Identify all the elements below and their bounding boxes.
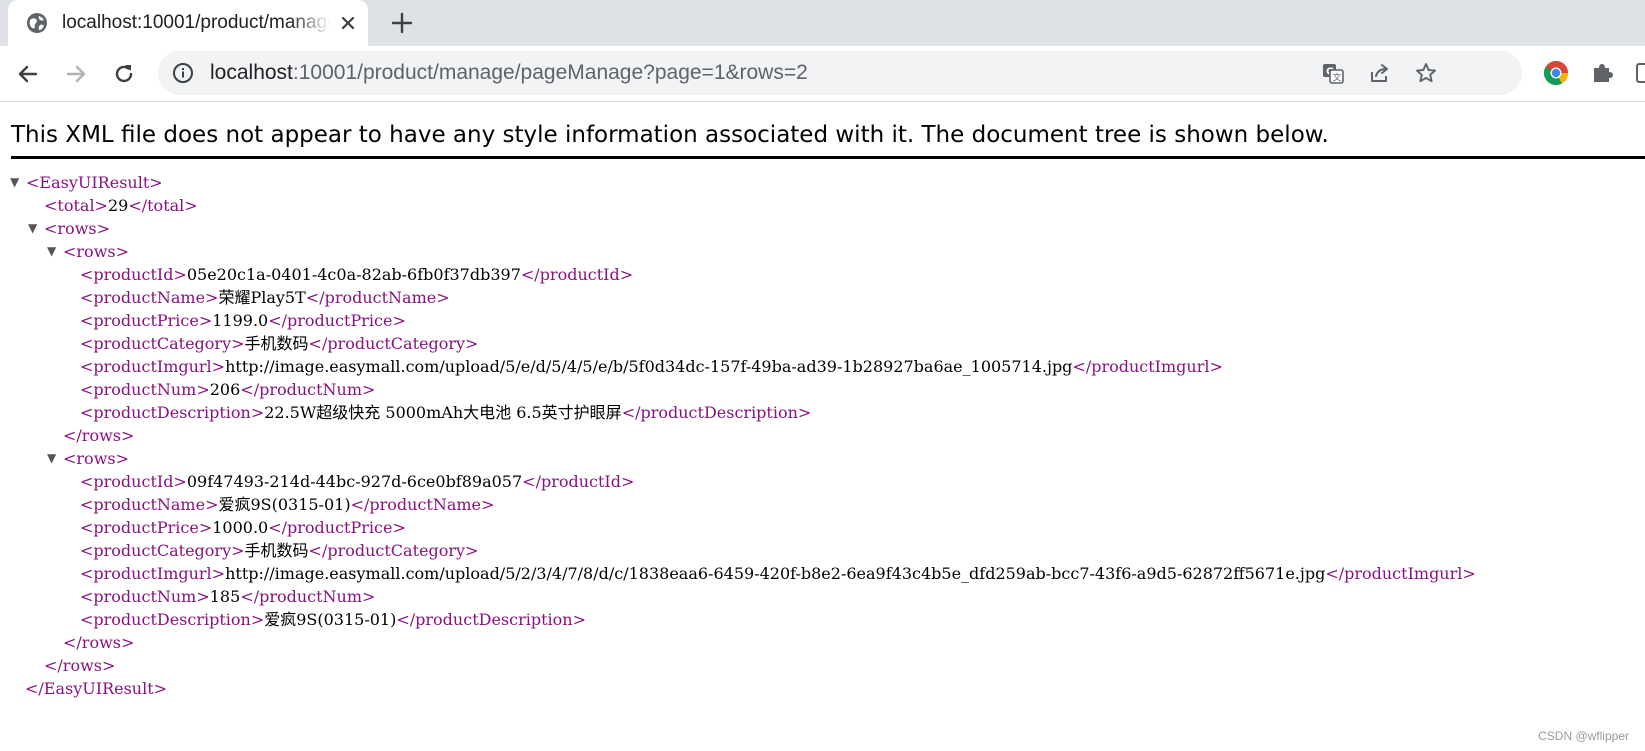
chrome-icon[interactable]: [1542, 59, 1570, 87]
xml-field: <productId>05e20c1a-0401-4c0a-82ab-6fb0f…: [80, 265, 634, 284]
xml-field: <productPrice>1000.0</productPrice>: [80, 518, 406, 537]
globe-icon: [27, 13, 47, 33]
xml-row-open: ▼ <rows>: [47, 447, 129, 470]
forward-arrow-icon[interactable]: [62, 60, 90, 88]
reload-icon[interactable]: [110, 60, 138, 88]
watermark: CSDN @wflipper: [1538, 729, 1629, 743]
xml-field: <productImgurl>http://image.easymall.com…: [80, 564, 1476, 583]
xml-tree: ▼ <EasyUIResult> <total>29</total> ▼ <rows…: [10, 171, 1476, 700]
xml-row-close: </rows>: [63, 426, 135, 445]
xml-root-open: ▼ <EasyUIResult>: [10, 171, 163, 194]
svg-text:文: 文: [1333, 72, 1342, 84]
xml-field: <productId>09f47493-214d-44bc-927d-6ce0b…: [80, 472, 635, 491]
xml-field: <productDescription>22.5W超级快充 5000mAh大电池…: [80, 403, 812, 422]
xml-field: <productDescription>爱疯9S(0315-01)</produ…: [80, 610, 586, 629]
xml-rows-close: </rows>: [44, 656, 116, 675]
star-icon[interactable]: [1414, 61, 1438, 85]
collapse-triangle-icon[interactable]: ▼: [47, 447, 63, 470]
xml-row-close: </rows>: [63, 633, 135, 652]
url-host: localhost: [210, 61, 293, 84]
url-text[interactable]: localhost:10001/product/manage/pageManag…: [210, 61, 808, 85]
plus-icon[interactable]: [388, 9, 416, 37]
browser-toolbar: localhost:10001/product/manage/pageManag…: [0, 46, 1645, 102]
tab-strip: localhost:10001/product/manage/pageManag…: [0, 0, 1645, 46]
xml-field: <productCategory>手机数码</productCategory>: [80, 334, 479, 353]
xml-total: <total>29</total>: [44, 196, 198, 215]
translate-icon[interactable]: G 文: [1321, 61, 1345, 85]
info-icon[interactable]: [172, 62, 194, 84]
xml-field: <productCategory>手机数码</productCategory>: [80, 541, 479, 560]
xml-row-open: ▼ <rows>: [47, 240, 129, 263]
browser-tab[interactable]: localhost:10001/product/manage/pageManag…: [8, 0, 368, 46]
url-path: :10001/product/manage/pageManage?page=1&…: [292, 61, 808, 84]
address-bar[interactable]: localhost:10001/product/manage/pageManag…: [158, 51, 1522, 95]
tab-title: localhost:10001/product/manage/pageManag…: [62, 12, 330, 33]
xml-notice: This XML file does not appear to have an…: [11, 122, 1329, 148]
page-content: This XML file does not appear to have an…: [0, 102, 1645, 751]
collapse-triangle-icon[interactable]: ▼: [28, 217, 44, 240]
xml-field: <productImgurl>http://image.easymall.com…: [80, 357, 1223, 376]
xml-rows-open: ▼ <rows>: [28, 217, 110, 240]
close-icon[interactable]: [336, 11, 360, 35]
xml-root-close: </EasyUIResult>: [25, 679, 168, 698]
sidepanel-icon[interactable]: [1635, 59, 1645, 87]
xml-field: <productName>荣耀Play5T</productName>: [80, 288, 450, 307]
xml-field: <productNum>185</productNum>: [80, 587, 376, 606]
notice-divider: [11, 156, 1645, 159]
xml-field: <productName>爱疯9S(0315-01)</productName>: [80, 495, 495, 514]
share-icon[interactable]: [1368, 61, 1392, 85]
back-arrow-icon[interactable]: [14, 60, 42, 88]
collapse-triangle-icon[interactable]: ▼: [47, 240, 63, 263]
collapse-triangle-icon[interactable]: ▼: [10, 171, 26, 194]
xml-field: <productPrice>1199.0</productPrice>: [80, 311, 406, 330]
xml-field: <productNum>206</productNum>: [80, 380, 376, 399]
puzzle-icon[interactable]: [1589, 59, 1617, 87]
